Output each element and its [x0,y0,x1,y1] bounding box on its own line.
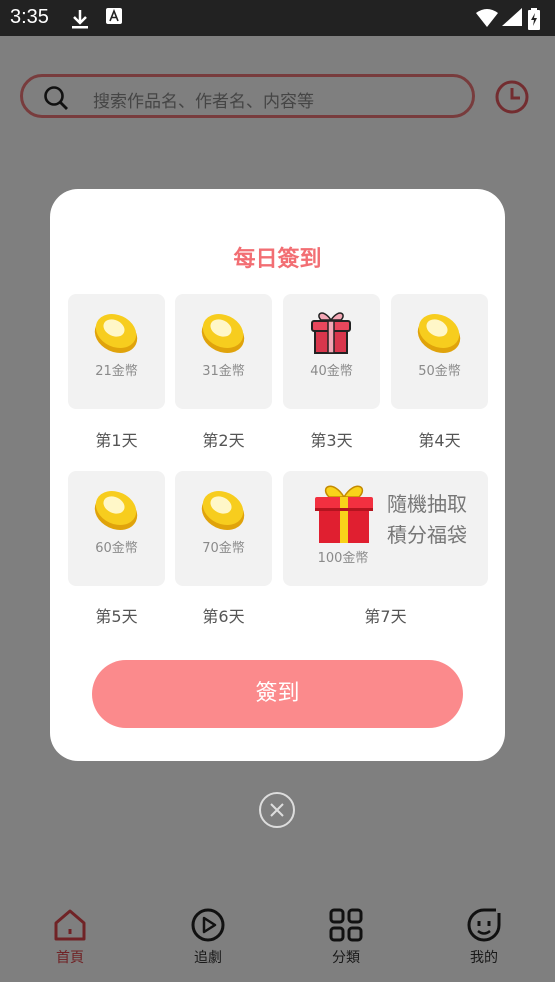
checkin-button[interactable]: 簽到 [92,660,463,728]
wifi-icon [476,8,498,32]
day-amount: 50金幣 [418,364,461,379]
gift-icon [307,308,355,360]
battery-icon [528,8,540,34]
day-amount: 31金幣 [202,364,245,379]
coin-icon [415,308,463,360]
close-icon [270,803,284,817]
close-dialog-button[interactable] [259,792,295,828]
day-card-1: 21金幣 [68,294,165,409]
day-card-5: 60金幣 [68,471,165,586]
status-bar: 3:35 [0,0,555,36]
day-label: 第4天 [418,431,461,450]
day-label: 第3天 [310,431,353,450]
download-icon [70,8,90,34]
dialog-title: 每日簽到 [233,247,322,272]
day7-amount: 100金幣 [317,551,369,566]
coin-icon [199,308,247,360]
day7-desc-line-1: 隨機抽取 [387,492,467,516]
day7-description: 隨機抽取 積分福袋 [387,489,483,551]
daily-checkin-dialog: 每日簽到 21金幣 第1天 31金幣 第2天 40金幣 第3天 50金幣 第4天… [50,189,505,761]
day-amount: 40金幣 [310,364,353,379]
day-card-6: 70金幣 [175,471,272,586]
day7-desc-line-2: 積分福袋 [387,523,467,547]
keyboard-a-icon [106,8,122,30]
day-label: 第1天 [95,431,138,450]
day-card-2: 31金幣 [175,294,272,409]
day-card-7: 100金幣 隨機抽取 積分福袋 [283,471,488,586]
day-label: 第6天 [202,607,245,626]
coin-icon [199,485,247,537]
coin-icon [92,485,140,537]
coin-icon [92,308,140,360]
signal-icon [502,8,522,32]
day7-label: 第7天 [364,607,407,626]
day-card-4: 50金幣 [391,294,488,409]
big-gift-icon [313,481,375,549]
status-time: 3:35 [10,6,49,28]
day-label: 第5天 [95,607,138,626]
day-amount: 21金幣 [95,364,138,379]
day-card-3: 40金幣 [283,294,380,409]
day-label: 第2天 [202,431,245,450]
day-amount: 70金幣 [202,541,245,556]
day-amount: 60金幣 [95,541,138,556]
app-screen: 3:35 搜索作品名、作者名、内容等 首頁 追劇 [0,0,555,982]
